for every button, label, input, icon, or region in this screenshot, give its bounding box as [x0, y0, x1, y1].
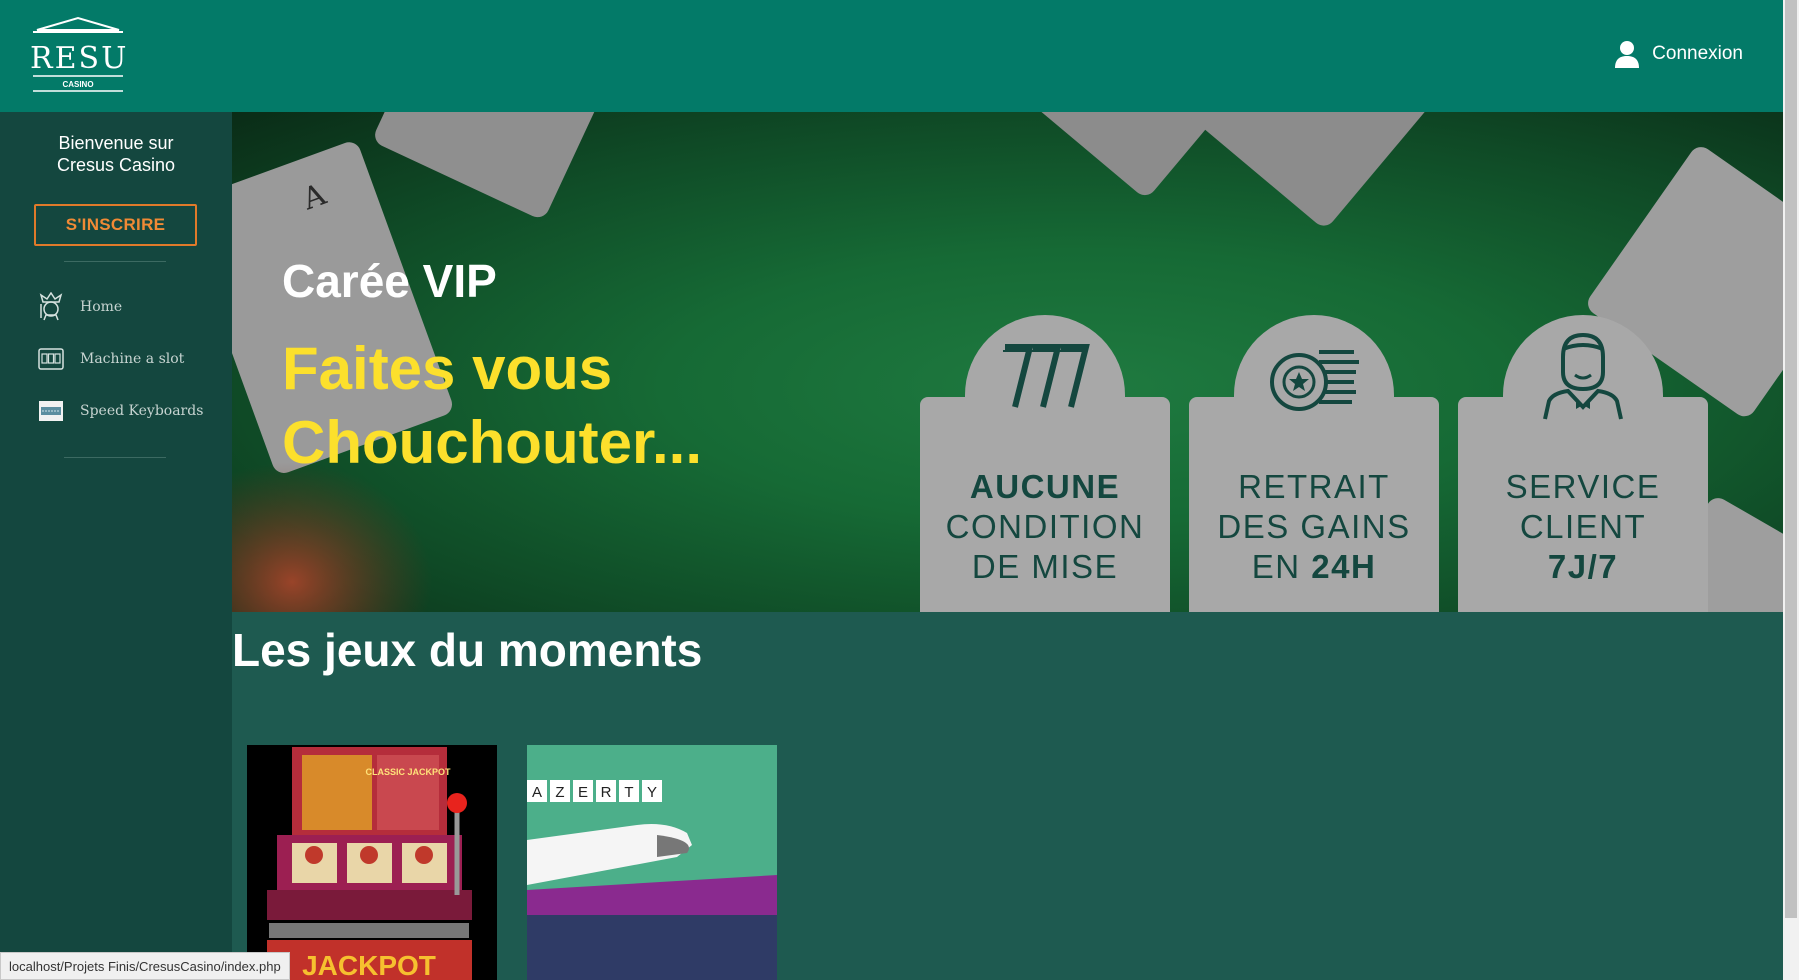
sidebar-divider — [64, 261, 166, 262]
sidebar-item-label: Machine a slot — [80, 351, 185, 367]
svg-text:R: R — [601, 784, 612, 801]
feature-panel-customer-service: SERVICE CLIENT 7J/7 — [1458, 315, 1708, 612]
keyboard-game-thumbnail: A Z E R T Y — [527, 780, 777, 980]
sidebar-item-home[interactable]: Home — [36, 292, 122, 322]
jester-icon — [36, 292, 66, 322]
svg-text:CASINO: CASINO — [62, 80, 93, 89]
svg-text:E: E — [578, 784, 588, 801]
sidebar-item-label: Home — [80, 299, 123, 315]
coins-icon — [1270, 350, 1359, 411]
hero-tagline: Faites vous Chouchouter... — [282, 335, 702, 476]
scrollbar-thumb[interactable] — [1785, 0, 1797, 918]
game-card-speed-keyboards[interactable]: A Z E R T Y — [527, 745, 777, 980]
game-card-slot-machine[interactable]: CLASSIC JACKPOT JACKPOT — [247, 745, 497, 980]
signup-button[interactable]: S'INSCRIRE — [34, 204, 197, 246]
feature-panel-no-wager: AUCUNE CONDITION DE MISE — [920, 315, 1170, 612]
top-header: CRESUS CASINO Connexion — [0, 0, 1783, 112]
feature-panel-withdrawal: RETRAIT DES GAINS EN 24H — [1189, 315, 1439, 612]
sidebar: Bienvenue sur Cresus Casino S'INSCRIRE H… — [0, 112, 232, 980]
svg-text:JACKPOT: JACKPOT — [302, 950, 436, 980]
sidebar-divider — [64, 457, 166, 458]
login-label: Connexion — [1652, 43, 1743, 64]
welcome-text: Bienvenue sur Cresus Casino — [56, 133, 176, 175]
hero-title: Carée VIP — [282, 255, 497, 307]
svg-text:T: T — [624, 784, 633, 801]
browser-status-url: localhost/Projets Finis/CresusCasino/ind… — [0, 952, 290, 980]
login-button[interactable]: Connexion — [1614, 40, 1743, 68]
svg-text:CLASSIC JACKPOT: CLASSIC JACKPOT — [365, 767, 451, 777]
sidebar-item-speed-keyboards[interactable]: Speed Keyboards — [36, 396, 203, 426]
cresus-logo[interactable]: CRESUS CASINO — [5, 16, 149, 93]
svg-text:Y: Y — [647, 784, 657, 801]
svg-text:Z: Z — [555, 784, 564, 801]
support-agent-icon — [1543, 332, 1623, 420]
hero-banner: A Carée VIP Faites vous Chouchouter... A… — [232, 112, 1783, 612]
sidebar-item-slot-machine[interactable]: Machine a slot — [36, 344, 184, 374]
slot-machine-icon — [36, 344, 66, 374]
slot-machine-thumbnail: CLASSIC JACKPOT JACKPOT — [267, 747, 472, 980]
games-section-title: Les jeux du moments — [232, 624, 703, 676]
svg-text:CRESUS: CRESUS — [27, 41, 130, 76]
user-icon — [1615, 41, 1640, 68]
svg-text:A: A — [532, 784, 542, 801]
sidebar-item-label: Speed Keyboards — [80, 403, 204, 419]
777-icon — [1003, 344, 1090, 408]
keyboard-icon — [36, 396, 66, 426]
